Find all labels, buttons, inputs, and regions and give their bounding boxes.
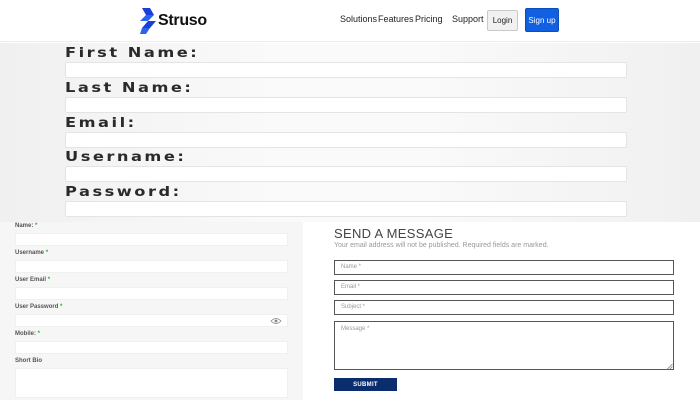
profile-password-label: User Password * <box>15 304 63 310</box>
email-input[interactable] <box>65 132 627 148</box>
profile-email-input[interactable] <box>15 287 288 300</box>
contact-email-input[interactable]: Email * <box>334 280 674 295</box>
username-input[interactable] <box>65 166 627 182</box>
profile-mobile-label: Mobile: * <box>15 331 41 337</box>
contact-subject-input[interactable]: Subject * <box>334 300 674 315</box>
nav-item-support[interactable]: Support <box>452 14 484 24</box>
password-input[interactable] <box>65 201 627 217</box>
nav-item-solutions[interactable]: Solutions <box>340 14 377 24</box>
profile-username-input[interactable] <box>15 260 288 273</box>
first-name-label: First Name: <box>65 46 200 61</box>
brand-logo[interactable]: Struso <box>140 8 207 34</box>
logo-mark-icon <box>140 8 156 34</box>
profile-password-input[interactable] <box>15 314 288 327</box>
profile-mobile-input[interactable] <box>15 341 288 354</box>
submit-button[interactable]: SUBMIT <box>334 378 397 391</box>
first-name-input[interactable] <box>65 62 627 78</box>
username-label: Username: <box>65 150 187 165</box>
profile-email-label: User Email * <box>15 277 51 283</box>
profile-name-input[interactable] <box>15 233 288 246</box>
profile-bio-textarea[interactable] <box>15 368 288 398</box>
site-header: Struso Solutions Features Pricing Suppor… <box>0 0 700 42</box>
profile-name-label: Name: * <box>15 223 38 229</box>
password-label: Password: <box>65 185 182 200</box>
last-name-label: Last Name: <box>65 81 194 96</box>
show-password-icon[interactable] <box>270 317 282 325</box>
last-name-input[interactable] <box>65 97 627 113</box>
nav-item-pricing[interactable]: Pricing <box>415 14 443 24</box>
brand-name: Struso <box>158 12 207 29</box>
contact-message-textarea[interactable]: Message * <box>334 321 674 370</box>
profile-username-label: Username * <box>15 250 49 256</box>
email-label: Email: <box>65 116 137 131</box>
contact-subtitle: Your email address will not be published… <box>334 242 549 249</box>
contact-name-input[interactable]: Name * <box>334 260 674 275</box>
contact-title: SEND A MESSAGE <box>334 226 454 241</box>
nav-item-features[interactable]: Features <box>378 14 414 24</box>
resize-handle-icon[interactable] <box>666 363 673 370</box>
signup-button[interactable]: Sign up <box>525 8 559 32</box>
profile-bio-label: Short Bio <box>15 358 42 364</box>
login-button[interactable]: Login <box>487 10 518 31</box>
